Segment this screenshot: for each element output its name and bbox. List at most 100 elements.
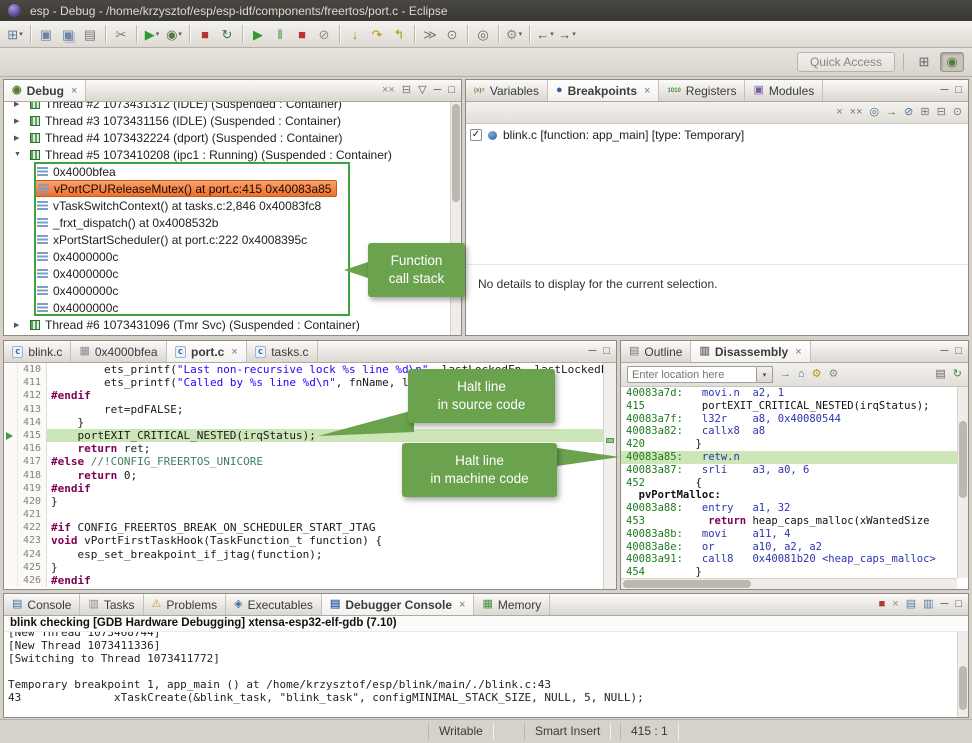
disassembly-line[interactable]: 40083a91: call8 0x40081b20 <heap_caps_ma… bbox=[621, 553, 957, 566]
external-tools-button[interactable]: ⚙▾ bbox=[503, 23, 525, 45]
terminate-button[interactable]: ■ bbox=[291, 23, 313, 45]
step-into-button[interactable]: ↓ bbox=[344, 23, 366, 45]
code-line[interactable]: 422#if CONFIG_FREERTOS_BREAK_ON_SCHEDULE… bbox=[4, 521, 603, 534]
breakpoint-row[interactable]: ✓ blink.c [function: app_main] [type: Te… bbox=[470, 128, 744, 142]
minimize-icon[interactable]: ─ bbox=[941, 346, 949, 357]
disassembly-line[interactable]: 420 } bbox=[621, 438, 957, 451]
console-output[interactable]: [New Thread 1073468744][New Thread 10734… bbox=[4, 632, 957, 717]
forward-button[interactable]: →▾ bbox=[556, 23, 578, 45]
disassembly-line[interactable]: pvPortMalloc: bbox=[621, 489, 957, 502]
stack-frame-row[interactable]: vPortCPUReleaseMutex() at port.c:415 0x4… bbox=[4, 180, 450, 197]
tab-executables[interactable]: ◈Executables bbox=[226, 594, 322, 615]
thread-row[interactable]: ▶Thread #4 1073432224 (dport) (Suspended… bbox=[4, 129, 450, 146]
thread-row[interactable]: ▶Thread #3 1073431156 (IDLE) (Suspended … bbox=[4, 112, 450, 129]
tab-disassembly[interactable]: ▥Disassembly× bbox=[691, 341, 810, 362]
dropdown-arrow-icon[interactable]: ▾ bbox=[178, 30, 182, 38]
open-perspective-button[interactable]: ⊞ bbox=[912, 52, 936, 72]
code-line[interactable]: 421 bbox=[4, 508, 603, 521]
use-step-filters-button[interactable]: ⊙ bbox=[441, 23, 463, 45]
code-line[interactable]: 426#endif bbox=[4, 574, 603, 587]
copy-icon[interactable]: ▤ bbox=[935, 369, 945, 380]
cut-button[interactable]: ✂ bbox=[110, 23, 132, 45]
tab-outline[interactable]: ▤Outline bbox=[621, 341, 691, 362]
disassembly-content[interactable]: 40083a7d: movi.n a2, 1415 portEXIT_CRITI… bbox=[621, 387, 957, 578]
horizontal-scrollbar[interactable] bbox=[621, 578, 957, 589]
home-icon[interactable]: ⌂ bbox=[798, 369, 805, 380]
maximize-icon[interactable]: □ bbox=[603, 346, 610, 357]
go-to-file-icon[interactable]: → bbox=[886, 107, 897, 118]
debug-tree[interactable]: ▶Thread #2 1073431312 (IDLE) (Suspended … bbox=[4, 102, 450, 335]
dropdown-arrow-icon[interactable]: ▾ bbox=[572, 30, 576, 38]
disassembly-line[interactable]: 415 portEXIT_CRITICAL_NESTED(irqStatus); bbox=[621, 400, 957, 413]
maximize-icon[interactable]: □ bbox=[448, 85, 455, 96]
link-with-debug-icon[interactable]: ⊙ bbox=[953, 107, 962, 118]
overview-ruler[interactable] bbox=[603, 363, 616, 589]
remove-breakpoint-icon[interactable]: × bbox=[836, 107, 842, 118]
chevron-collapsed-icon[interactable]: ▶ bbox=[14, 117, 28, 125]
restart-button[interactable]: ↻ bbox=[216, 23, 238, 45]
stack-frame-row[interactable]: 0x4000000c bbox=[4, 299, 450, 316]
tab-blink-c[interactable]: cblink.c bbox=[4, 341, 71, 362]
thread-row[interactable]: ▶Thread #2 1073431312 (IDLE) (Suspended … bbox=[4, 102, 450, 112]
dropdown-arrow-icon[interactable]: ▾ bbox=[550, 30, 554, 38]
minimize-icon[interactable]: ─ bbox=[941, 85, 949, 96]
save-all-button[interactable]: ▣ bbox=[57, 23, 79, 45]
tab-debugger-console[interactable]: ▤Debugger Console× bbox=[322, 594, 475, 615]
skip-all-breakpoints-icon[interactable]: ⊘ bbox=[904, 107, 913, 118]
stack-frame-row[interactable]: _frxt_dispatch() at 0x4008532b bbox=[4, 214, 450, 231]
location-dropdown-button[interactable]: ▾ bbox=[757, 366, 773, 383]
dropdown-arrow-icon[interactable]: ▾ bbox=[519, 30, 523, 38]
collapse-all-icon[interactable]: ⊟ bbox=[402, 85, 411, 96]
disassembly-line[interactable]: 40083a7f: l32r a8, 0x40080544 bbox=[621, 413, 957, 426]
minimize-icon[interactable]: ─ bbox=[434, 85, 442, 96]
search-button[interactable]: ◎ bbox=[472, 23, 494, 45]
title-bar[interactable]: esp - Debug - /home/krzysztof/esp/esp-id… bbox=[0, 0, 972, 21]
chevron-collapsed-icon[interactable]: ▶ bbox=[14, 102, 28, 108]
step-over-button[interactable]: ↷ bbox=[366, 23, 388, 45]
debug-button[interactable]: ◉▾ bbox=[163, 23, 185, 45]
disassembly-line[interactable]: 40083a85: retw.n bbox=[621, 451, 957, 464]
close-icon[interactable]: × bbox=[71, 85, 77, 97]
tab-problems[interactable]: ⚠Problems bbox=[144, 594, 227, 615]
tab-tasks-c[interactable]: ctasks.c bbox=[247, 341, 318, 362]
scrollbar-thumb[interactable] bbox=[452, 104, 460, 202]
disassembly-line[interactable]: 40083a7d: movi.n a2, 1 bbox=[621, 387, 957, 400]
chevron-collapsed-icon[interactable]: ▶ bbox=[14, 321, 28, 329]
remove-launch-icon[interactable]: × bbox=[892, 599, 898, 610]
instruction-stepping-button[interactable]: ≫ bbox=[419, 23, 441, 45]
thread-row[interactable]: ▼Thread #5 1073410208 (ipc1 : Running) (… bbox=[4, 146, 450, 163]
scrollbar-thumb[interactable] bbox=[959, 666, 967, 710]
scrollbar[interactable] bbox=[957, 632, 968, 717]
refresh-icon[interactable]: ↻ bbox=[953, 369, 962, 380]
tab-port-c[interactable]: cport.c× bbox=[167, 341, 247, 362]
tab-console[interactable]: ▤Console bbox=[4, 594, 80, 615]
stop-button[interactable]: ■ bbox=[194, 23, 216, 45]
maximize-icon[interactable]: □ bbox=[955, 85, 962, 96]
code-line[interactable]: 424 esp_set_breakpoint_if_jtag(function)… bbox=[4, 548, 603, 561]
terminate-icon[interactable]: ■ bbox=[879, 599, 886, 610]
show-breakpoints-for-icon[interactable]: ◎ bbox=[870, 107, 880, 118]
tab-breakpoints[interactable]: ●Breakpoints× bbox=[548, 80, 659, 101]
clear-console-icon[interactable]: ▤ bbox=[906, 599, 916, 610]
tab-memory[interactable]: ▦Memory bbox=[474, 594, 550, 615]
location-input[interactable] bbox=[627, 366, 757, 383]
stack-frame-row[interactable]: 0x4000bfea bbox=[4, 163, 450, 180]
disassembly-line[interactable]: 40083a82: callx8 a8 bbox=[621, 425, 957, 438]
dropdown-arrow-icon[interactable]: ▾ bbox=[156, 30, 160, 38]
resume-button[interactable]: ▶ bbox=[247, 23, 269, 45]
step-return-button[interactable]: ↰ bbox=[388, 23, 410, 45]
show-source-icon[interactable]: ⚙ bbox=[812, 369, 822, 380]
tab-modules[interactable]: ▣Modules bbox=[745, 80, 823, 101]
view-menu-icon[interactable]: ▽ bbox=[418, 85, 426, 96]
close-icon[interactable]: × bbox=[459, 599, 465, 611]
print-button[interactable]: ▤ bbox=[79, 23, 101, 45]
maximize-icon[interactable]: □ bbox=[955, 346, 962, 357]
scrollbar[interactable] bbox=[957, 387, 968, 578]
code-line[interactable]: 415 portEXIT_CRITICAL_NESTED(irqStatus); bbox=[4, 429, 603, 442]
debug-perspective-button[interactable]: ◉ bbox=[940, 52, 964, 72]
close-icon[interactable]: × bbox=[795, 346, 801, 358]
disassembly-line[interactable]: 453 return heap_caps_malloc(xWantedSize bbox=[621, 515, 957, 528]
remove-all-breakpoints-icon[interactable]: ×× bbox=[850, 107, 863, 118]
tab-variables[interactable]: (x)=Variables bbox=[466, 80, 548, 101]
disassembly-line[interactable]: 40083a8e: or a10, a2, a2 bbox=[621, 541, 957, 554]
